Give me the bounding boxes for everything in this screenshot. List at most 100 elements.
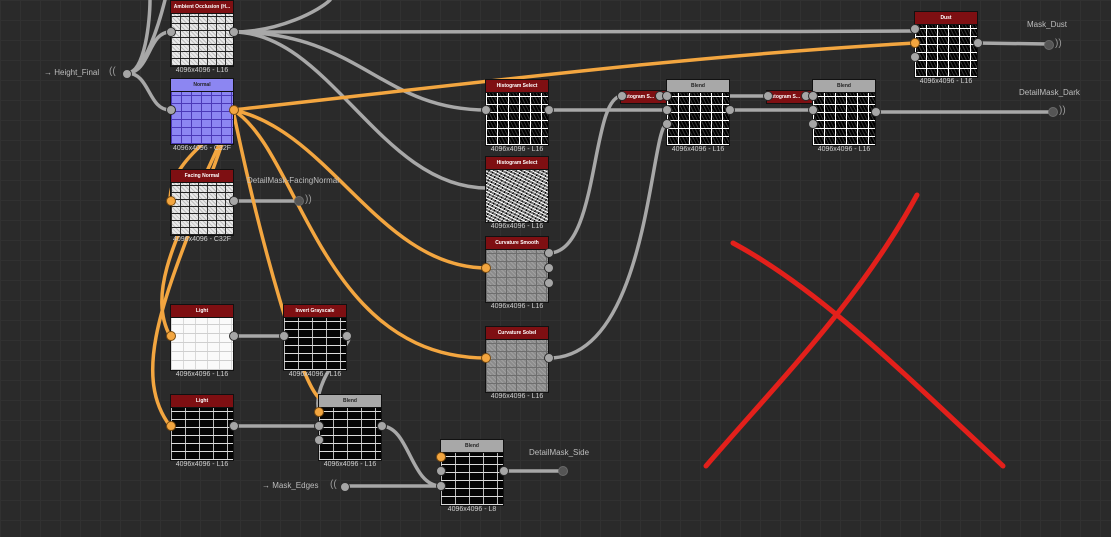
- node-resolution: 4096x4096 - L16: [817, 146, 871, 153]
- node-blend-3[interactable]: Blend 4096x4096 - L16: [666, 79, 730, 153]
- histogram-scan-1-input-pin[interactable]: [617, 91, 627, 101]
- wire-normal-to-curvsobel: [231, 108, 489, 360]
- red-x-stroke-2: [703, 192, 920, 469]
- node-blend-2[interactable]: Blend 4096x4096 - L8: [440, 439, 504, 513]
- blend-4-input-pin[interactable]: [808, 119, 818, 129]
- input-height-final-label: → Height_Final: [44, 68, 100, 77]
- blend-3-input-pin[interactable]: [662, 119, 672, 129]
- light-2-input-pin[interactable]: [166, 421, 176, 431]
- dust-input-pin[interactable]: [910, 38, 920, 48]
- blend-2-input-pin[interactable]: [436, 452, 446, 462]
- curvature-smooth-output-pin[interactable]: [544, 278, 554, 288]
- input-signal-icon: ((: [109, 66, 116, 77]
- curvature-smooth-output-pin[interactable]: [544, 248, 554, 258]
- node-blend-4[interactable]: Blend 4096x4096 - L16: [812, 79, 876, 153]
- input-mask-edges-pin[interactable]: [340, 482, 350, 492]
- blend-4-output-pin[interactable]: [871, 107, 881, 117]
- node-curvature-smooth[interactable]: Curvature Smooth 4096x4096 - L16: [485, 236, 549, 310]
- invert-output-pin[interactable]: [342, 331, 352, 341]
- node-normal[interactable]: Normal 4096x4096 - C32F: [170, 78, 234, 152]
- light-1-input-pin[interactable]: [166, 331, 176, 341]
- wire-ao-up: [231, 0, 332, 34]
- blend-3-output-pin[interactable]: [725, 105, 735, 115]
- output-detailmask-side-pin[interactable]: [558, 466, 568, 476]
- node-resolution: 4096x4096 - L16: [490, 393, 544, 400]
- facing-normal-output-pin[interactable]: [229, 196, 239, 206]
- wire-curvsmooth-to-tag1: [547, 94, 624, 255]
- blend-4-input-pin[interactable]: [808, 91, 818, 101]
- normal-input-pin[interactable]: [166, 105, 176, 115]
- histogram-1-input-pin[interactable]: [481, 105, 491, 115]
- normal-output-pin[interactable]: [229, 105, 239, 115]
- output-detailmask-dark-pin[interactable]: [1048, 107, 1058, 117]
- output-detailmask-facingnormal-pin[interactable]: [294, 196, 304, 206]
- output-detailmask-facingnormal-label: DetailMask-FacingNormal: [247, 176, 340, 185]
- blend-1-input-pin[interactable]: [314, 421, 324, 431]
- histogram-scan-2-input-pin[interactable]: [763, 91, 773, 101]
- output-signal-icon: )): [305, 194, 312, 205]
- wire-curvsobel-to-blend3: [547, 122, 669, 360]
- ao-input-pin[interactable]: [166, 27, 176, 37]
- input-signal-icon: ((: [330, 479, 337, 490]
- curvature-sobel-output-pin[interactable]: [544, 353, 554, 363]
- node-histogram-select-2[interactable]: Histogram Select 4096x4096 - L16: [485, 156, 549, 230]
- node-resolution: 4096x4096 - C32F: [173, 145, 231, 152]
- blend-3-input-pin[interactable]: [662, 91, 672, 101]
- blend-2-input-pin[interactable]: [436, 481, 446, 491]
- node-resolution: 4096x4096 - L16: [490, 146, 544, 153]
- dust-input-pin[interactable]: [910, 24, 920, 34]
- node-facing-normal[interactable]: Facing Normal 4096x4096 - C32F: [170, 169, 234, 243]
- output-mask-dust-pin[interactable]: [1044, 40, 1054, 50]
- wire-ao-to-dust: [231, 29, 917, 34]
- node-title: Dust: [914, 11, 978, 24]
- node-light-2[interactable]: Light 4096x4096 - L16: [170, 394, 234, 468]
- node-histogram-select-1[interactable]: Histogram Select 4096x4096 - L16: [485, 79, 549, 153]
- wire-height-up-1: [125, 0, 152, 75]
- blend-3-input-pin[interactable]: [662, 105, 672, 115]
- node-dust[interactable]: Dust 4096x4096 - L16: [914, 11, 978, 85]
- wire-ao-to-hist2: [231, 30, 489, 190]
- histogram-1-output-pin[interactable]: [544, 105, 554, 115]
- node-resolution: 4096x4096 - L16: [671, 146, 725, 153]
- node-resolution: 4096x4096 - L16: [490, 223, 544, 230]
- facing-normal-input-pin[interactable]: [166, 196, 176, 206]
- curvature-smooth-input-pin[interactable]: [481, 263, 491, 273]
- node-resolution: 4096x4096 - L16: [323, 461, 377, 468]
- node-title: Curvature Sobel: [485, 326, 549, 339]
- dust-input-pin[interactable]: [910, 52, 920, 62]
- node-title: Blend: [440, 439, 504, 452]
- node-invert-grayscale[interactable]: Invert Grayscale 4096x4096 - L16: [283, 304, 347, 378]
- input-height-final-pin[interactable]: [122, 69, 132, 79]
- light-2-output-pin[interactable]: [229, 421, 239, 431]
- node-resolution: 4096x4096 - L8: [447, 506, 497, 513]
- curvature-smooth-output-pin[interactable]: [544, 263, 554, 273]
- ao-output-pin[interactable]: [229, 27, 239, 37]
- node-light-1[interactable]: Light 4096x4096 - L16: [170, 304, 234, 378]
- node-title: Facing Normal: [170, 169, 234, 182]
- blend-1-input-pin[interactable]: [314, 435, 324, 445]
- node-title: Blend: [666, 79, 730, 92]
- blend-2-input-pin[interactable]: [436, 466, 446, 476]
- node-resolution: 4096x4096 - L16: [175, 67, 229, 74]
- blend-1-input-pin[interactable]: [314, 407, 324, 417]
- node-ambient-occlusion[interactable]: Ambient Occlusion (H... 4096x4096 - L16: [170, 0, 234, 74]
- node-resolution: 4096x4096 - L16: [919, 78, 973, 85]
- curvature-sobel-input-pin[interactable]: [481, 353, 491, 363]
- invert-input-pin[interactable]: [279, 331, 289, 341]
- blend-2-output-pin[interactable]: [499, 466, 509, 476]
- node-resolution: 4096x4096 - L16: [175, 371, 229, 378]
- wire-height-to-normal: [125, 71, 172, 112]
- wire-dust-out: [975, 41, 1050, 46]
- light-1-output-pin[interactable]: [229, 331, 239, 341]
- node-curvature-sobel[interactable]: Curvature Sobel 4096x4096 - L16: [485, 326, 549, 400]
- wire-normal-to-curvsmooth: [231, 108, 489, 270]
- wire-ao-to-hist1: [231, 30, 489, 112]
- dust-output-pin[interactable]: [973, 38, 983, 48]
- blend-4-input-pin[interactable]: [808, 105, 818, 115]
- node-blend-1[interactable]: Blend 4096x4096 - L16: [318, 394, 382, 468]
- blend-1-output-pin[interactable]: [377, 421, 387, 431]
- node-thumbnail: [485, 169, 549, 223]
- node-resolution: 4096x4096 - C32F: [173, 236, 231, 243]
- wire-normal-to-light2: [151, 108, 235, 428]
- node-title: Histogram Select: [485, 79, 549, 92]
